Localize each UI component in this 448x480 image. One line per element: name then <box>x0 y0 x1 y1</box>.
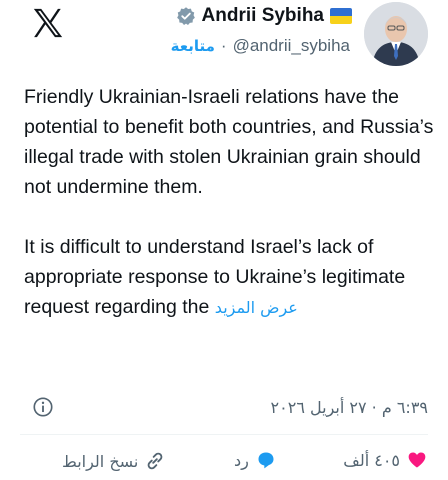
display-name[interactable]: Andrii Sybiha <box>202 5 324 27</box>
separator-dot: · <box>220 36 227 55</box>
link-icon <box>148 452 163 470</box>
show-more-link[interactable]: عرض المزيد <box>215 298 298 317</box>
like-button[interactable]: ٤٠٥ ألف <box>343 450 428 470</box>
timestamp[interactable]: ٦:٣٩ م · ٢٧ أبريل ٢٠٢٦ <box>271 398 428 417</box>
avatar[interactable] <box>364 2 428 66</box>
tweet-paragraph-2: It is difficult to understand Israel’s l… <box>24 232 436 323</box>
heart-icon <box>408 452 426 468</box>
follow-button[interactable]: متابعة <box>171 37 215 55</box>
tweet-card: Andrii Sybiha متابعة · @andrii_sybiha Fr… <box>6 0 442 471</box>
action-bar: نسخ الرابط رد ٤٠٥ ألف <box>6 450 442 480</box>
tweet-paragraph-1: Friendly Ukrainian-Israeli relations hav… <box>24 86 434 198</box>
ukraine-flag-icon <box>330 8 352 24</box>
author-line[interactable]: Andrii Sybiha <box>176 0 352 32</box>
copy-link-label: نسخ الرابط <box>62 451 139 471</box>
handle-row: متابعة · @andrii_sybiha <box>171 36 350 56</box>
divider <box>20 434 428 435</box>
user-handle[interactable]: @andrii_sybiha <box>233 36 350 56</box>
like-count: ٤٠٥ ألف <box>343 450 400 470</box>
copy-link-button[interactable]: نسخ الرابط <box>62 450 166 472</box>
x-logo-icon[interactable] <box>28 6 68 40</box>
reply-button[interactable]: رد <box>234 450 277 470</box>
info-icon[interactable] <box>32 396 54 418</box>
reply-bubble-icon <box>258 452 274 469</box>
reply-label: رد <box>234 450 249 470</box>
meta-row: ٦:٣٩ م · ٢٧ أبريل ٢٠٢٦ <box>32 392 428 422</box>
avatar-portrait-icon <box>364 2 428 66</box>
verified-badge-icon <box>176 7 195 25</box>
tweet-text: Friendly Ukrainian-Israeli relations hav… <box>24 82 436 353</box>
